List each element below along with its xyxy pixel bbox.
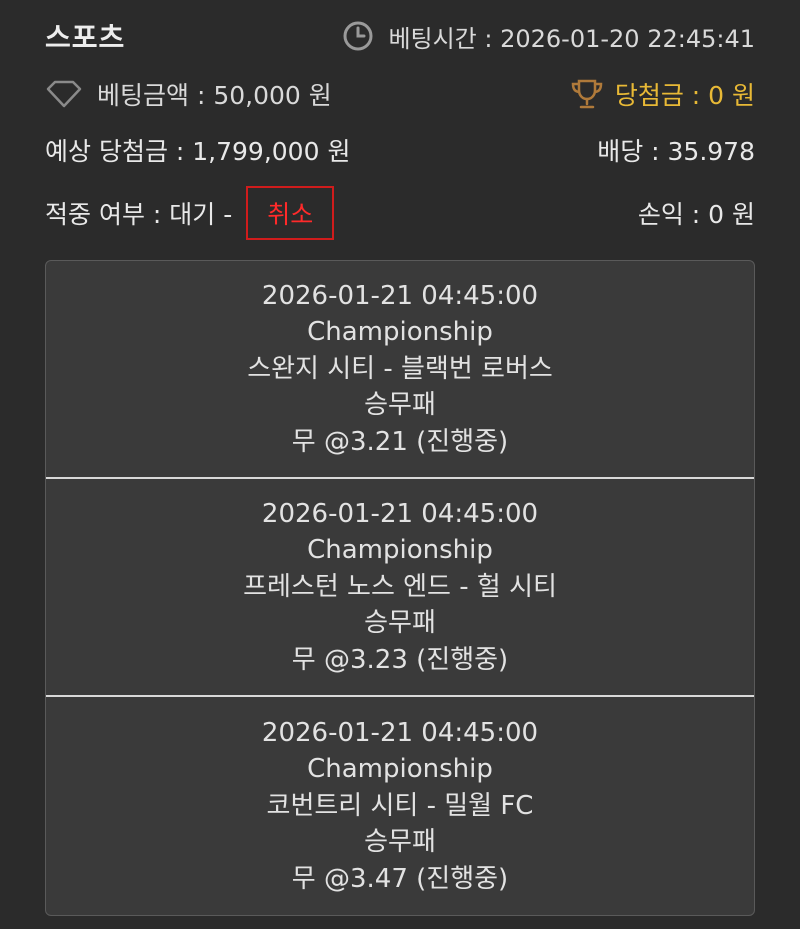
match-teams: 프레스턴 노스 엔드 - 헐 시티 xyxy=(243,571,557,602)
match-market: 승무패 xyxy=(364,827,436,858)
expected-winnings: 예상 당첨금 : 1,799,000 원 xyxy=(45,137,351,166)
clock-icon xyxy=(343,21,373,51)
expected-row: 예상 당첨금 : 1,799,000 원 배당 : 35.978 xyxy=(45,130,755,170)
match-teams: 스완지 시티 - 블랙번 로버스 xyxy=(247,353,553,384)
trophy-icon xyxy=(571,79,603,109)
match-league: Championship xyxy=(307,535,493,566)
match-item: 2026-01-21 04:45:00 Championship 프레스턴 노스… xyxy=(46,479,754,697)
match-market: 승무패 xyxy=(364,390,436,421)
match-item: 2026-01-21 04:45:00 Championship 스완지 시티 … xyxy=(46,261,754,479)
total-odds: 배당 : 35.978 xyxy=(597,137,755,166)
hit-status-label: 적중 여부 : 대기 - xyxy=(45,200,233,229)
page-title: 스포츠 xyxy=(45,21,126,54)
bet-time: 베팅시간 : 2026-01-20 22:45:41 xyxy=(342,19,755,54)
match-market: 승무패 xyxy=(364,608,436,639)
match-datetime: 2026-01-21 04:45:00 xyxy=(261,717,539,748)
hit-status: 적중 여부 : 대기 - 취소 xyxy=(45,186,335,240)
match-league: Championship xyxy=(307,317,493,348)
match-datetime: 2026-01-21 04:45:00 xyxy=(261,498,539,529)
header-row: 스포츠 베팅시간 : 2026-01-20 22:45:41 xyxy=(45,16,755,56)
bet-amount-label: 베팅금액 : 50,000 원 xyxy=(97,81,332,110)
amount-row: 베팅금액 : 50,000 원 당첨금 : 0 원 xyxy=(45,74,755,114)
status-row: 적중 여부 : 대기 - 취소 손익 : 0 원 xyxy=(45,186,755,240)
winnings: 당첨금 : 0 원 xyxy=(569,76,755,112)
match-item: 2026-01-21 04:45:00 Championship 코번트리 시티… xyxy=(46,697,754,915)
match-list: 2026-01-21 04:45:00 Championship 스완지 시티 … xyxy=(45,260,755,916)
match-pick: 무 @3.21 (진행중) xyxy=(291,426,509,457)
cancel-button[interactable]: 취소 xyxy=(246,186,335,240)
bet-amount: 베팅금액 : 50,000 원 xyxy=(45,76,332,112)
match-pick: 무 @3.23 (진행중) xyxy=(291,644,509,675)
match-pick: 무 @3.47 (진행중) xyxy=(291,863,509,894)
match-league: Championship xyxy=(307,754,493,785)
match-teams: 코번트리 시티 - 밀월 FC xyxy=(266,790,534,821)
bet-time-label: 베팅시간 : 2026-01-20 22:45:41 xyxy=(388,24,755,53)
diamond-icon xyxy=(46,80,82,108)
winnings-label: 당첨금 : 0 원 xyxy=(614,81,755,110)
bet-detail-panel: 스포츠 베팅시간 : 2026-01-20 22:45:41 베팅금액 : 50… xyxy=(0,0,800,929)
match-datetime: 2026-01-21 04:45:00 xyxy=(261,280,539,311)
profit-loss: 손익 : 0 원 xyxy=(637,200,755,229)
